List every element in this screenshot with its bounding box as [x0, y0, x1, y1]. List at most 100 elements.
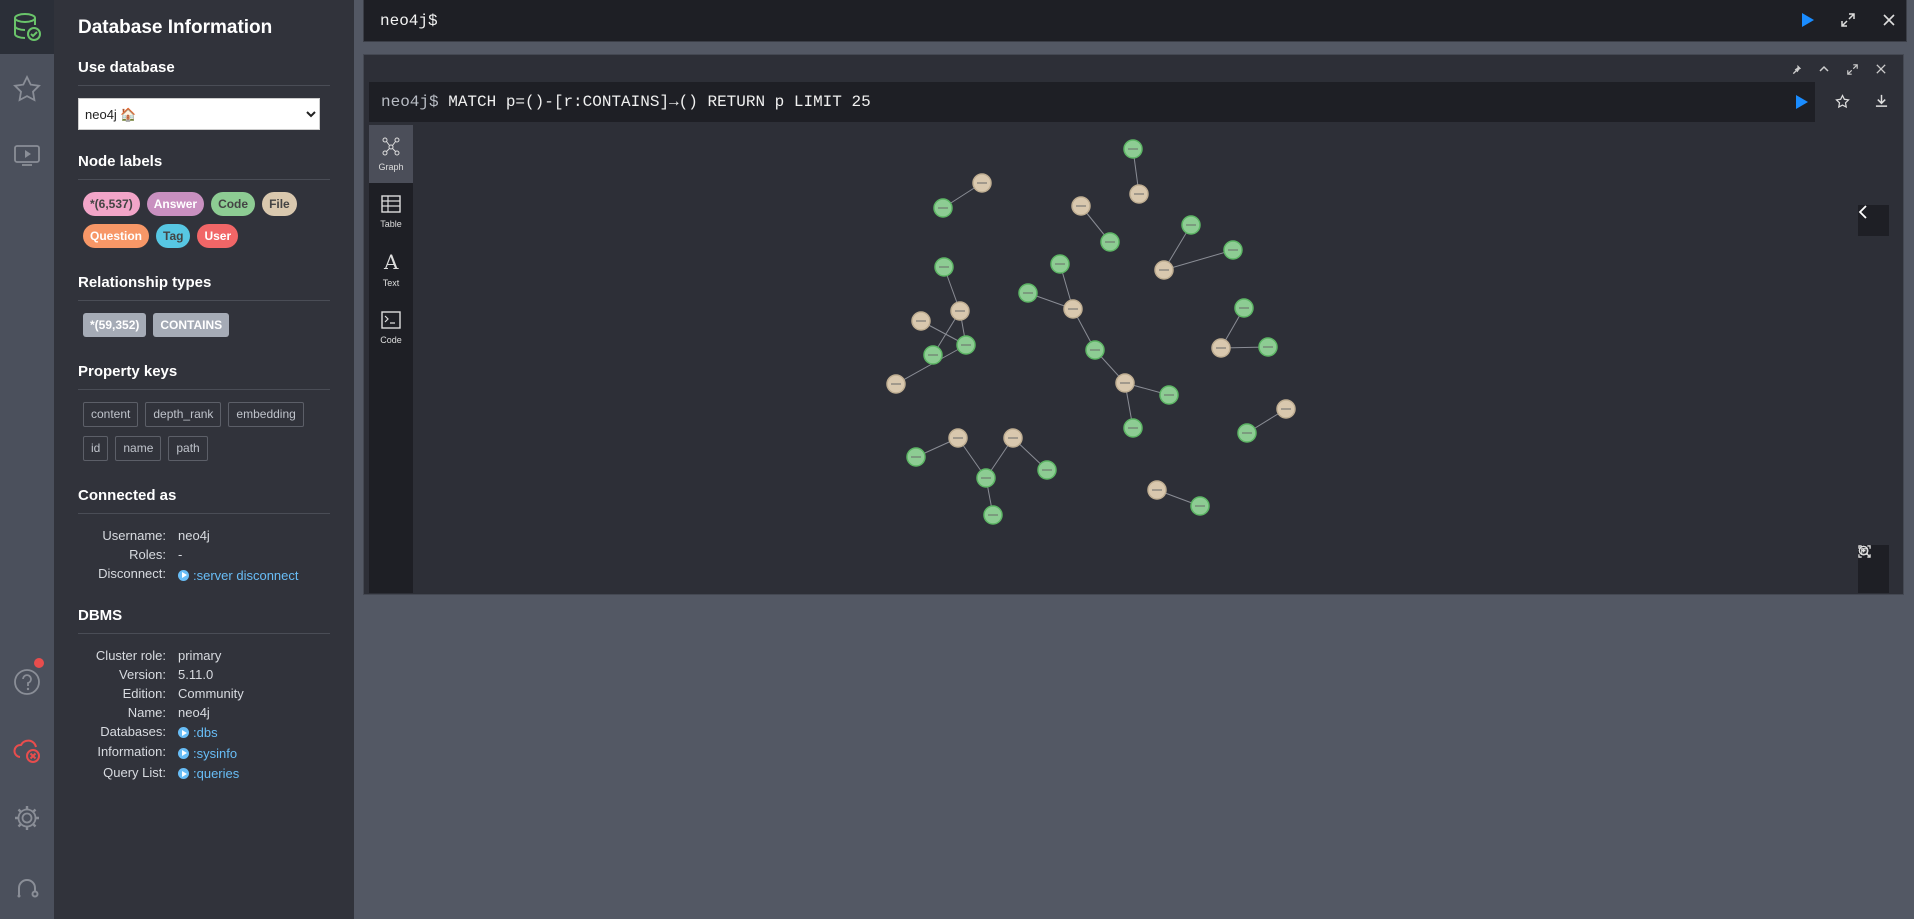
- node-caption: [977, 182, 987, 184]
- query-editor[interactable]: neo4j$: [363, 0, 1907, 42]
- info-key: Edition:: [122, 685, 166, 701]
- node-caption: [1164, 394, 1174, 396]
- pin-icon[interactable]: [1788, 61, 1804, 77]
- info-key: Roles:: [129, 547, 166, 562]
- download-button[interactable]: [1875, 94, 1888, 112]
- save-favorite-button[interactable]: [1835, 94, 1850, 114]
- property-keys-heading: Property keys: [78, 363, 330, 390]
- play-icon: [1802, 13, 1814, 27]
- node-caption: [961, 344, 971, 346]
- node-caption: [1281, 408, 1291, 410]
- command-link-label[interactable]: :sysinfo: [193, 746, 237, 761]
- collapse-frame-icon[interactable]: [1816, 61, 1832, 77]
- property-key-pill[interactable]: id: [83, 436, 109, 461]
- node-label-pill[interactable]: Answer: [146, 192, 205, 216]
- clear-editor-button[interactable]: [1879, 10, 1899, 30]
- node-label-pill[interactable]: *(6,537): [83, 192, 140, 216]
- info-key: Disconnect:: [98, 566, 166, 581]
- guides-play-icon[interactable]: [0, 128, 54, 182]
- node-caption: [1076, 205, 1086, 207]
- frame-query-bar[interactable]: neo4j$ MATCH p=()-[r:CONTAINS]→() RETURN…: [369, 82, 1815, 122]
- node-label-pill[interactable]: Code: [211, 192, 256, 216]
- node-caption: [1152, 489, 1162, 491]
- node-caption: [1068, 308, 1078, 310]
- icon-rail: [0, 0, 54, 919]
- node-label-pill[interactable]: File: [262, 192, 297, 216]
- property-key-pill[interactable]: path: [168, 436, 208, 461]
- graph-svg[interactable]: [413, 125, 1901, 593]
- relationship-type-pill[interactable]: CONTAINS: [153, 313, 230, 337]
- node-caption: [1042, 469, 1052, 471]
- view-tab-text[interactable]: A Text: [369, 241, 413, 299]
- download-icon: [1875, 94, 1888, 107]
- property-key-pill[interactable]: content: [83, 402, 139, 427]
- command-link[interactable]: :server disconnect: [178, 566, 330, 583]
- about-neo4j-icon[interactable]: [0, 859, 54, 913]
- node-caption: [988, 514, 998, 516]
- view-tab-label: Table: [380, 219, 402, 229]
- node-caption: [1159, 269, 1169, 271]
- info-key: Username:: [102, 528, 166, 543]
- frame-prompt: neo4j$: [381, 93, 439, 111]
- node-caption: [916, 320, 926, 322]
- play-circle-icon: [178, 569, 189, 581]
- graph-canvas[interactable]: [413, 125, 1901, 593]
- info-key: Information:: [97, 744, 166, 759]
- view-tab-label: Text: [382, 278, 400, 288]
- run-query-button[interactable]: [1797, 10, 1817, 30]
- property-key-pill[interactable]: embedding: [228, 402, 304, 427]
- close-frame-icon[interactable]: [1873, 61, 1889, 77]
- info-key: Databases:: [100, 723, 166, 739]
- node-caption: [1008, 437, 1018, 439]
- rerun-query-button[interactable]: [1793, 94, 1809, 115]
- info-key: Cluster role:: [95, 647, 166, 663]
- view-tab-graph[interactable]: Graph: [369, 125, 413, 183]
- property-key-pill[interactable]: name: [115, 436, 162, 461]
- settings-gear-icon[interactable]: [0, 791, 54, 845]
- svg-text:A: A: [383, 252, 399, 272]
- help-icon[interactable]: [0, 655, 54, 709]
- node-caption: [1128, 427, 1138, 429]
- node-caption: [1216, 347, 1226, 349]
- node-caption: [1023, 292, 1033, 294]
- relationship-type-pill[interactable]: *(59,352): [83, 313, 147, 337]
- node-caption: [891, 383, 901, 385]
- notification-dot: [34, 658, 44, 668]
- expand-inspector-button[interactable]: [1858, 205, 1889, 236]
- play-circle-icon: [178, 727, 189, 738]
- node-label-pill[interactable]: User: [197, 224, 239, 248]
- command-link-label[interactable]: :server disconnect: [193, 568, 299, 583]
- view-tab-label: Graph: [378, 162, 404, 172]
- command-link-label[interactable]: :queries: [193, 766, 239, 781]
- info-value: 5.11.0: [178, 666, 214, 682]
- favorites-star-icon[interactable]: [0, 62, 54, 116]
- chevron-left-icon: [1858, 205, 1867, 219]
- view-tab-code[interactable]: Code: [369, 299, 413, 357]
- view-tab-table[interactable]: Table: [369, 183, 413, 241]
- play-circle-icon: [178, 747, 189, 759]
- fullscreen-editor-button[interactable]: [1838, 10, 1858, 30]
- text-icon: A: [382, 250, 400, 274]
- command-link[interactable]: :sysinfo: [178, 744, 330, 761]
- node-caption: [981, 477, 991, 479]
- dbms-table: Cluster role: primary Version: 5.11.0 Editio…: [78, 648, 330, 782]
- node-caption: [1186, 224, 1196, 226]
- node-label-pill[interactable]: Tag: [156, 224, 191, 248]
- node-label-pill[interactable]: Question: [83, 224, 150, 248]
- node-caption: [1195, 505, 1205, 507]
- command-link[interactable]: :queries: [178, 765, 330, 781]
- node-caption: [928, 354, 938, 356]
- command-link-label[interactable]: :dbs: [193, 725, 218, 740]
- command-link[interactable]: :dbs: [178, 724, 330, 740]
- database-select[interactable]: neo4j 🏠: [78, 98, 320, 130]
- property-key-pill[interactable]: depth_rank: [145, 402, 222, 427]
- fullscreen-frame-icon[interactable]: [1844, 61, 1860, 77]
- node-caption: [1128, 148, 1138, 150]
- database-icon[interactable]: [0, 0, 54, 54]
- connection-error-icon[interactable]: [0, 723, 54, 777]
- editor-prompt: neo4j$: [380, 12, 438, 30]
- table-icon: [381, 195, 401, 215]
- star-icon: [1835, 94, 1850, 109]
- play-icon: [1796, 95, 1808, 109]
- frame-query-text: neo4j$ MATCH p=()-[r:CONTAINS]→() RETURN…: [381, 93, 871, 111]
